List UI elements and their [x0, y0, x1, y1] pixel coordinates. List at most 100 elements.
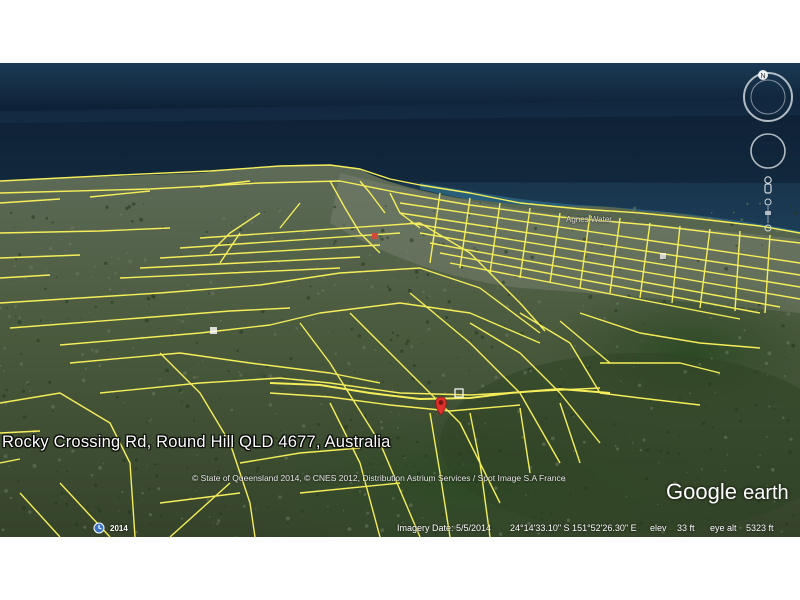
tree-speckle: [80, 352, 85, 357]
tree-speckle: [569, 391, 571, 393]
tree-speckle: [484, 422, 486, 425]
tree-speckle: [302, 231, 306, 235]
tree-speckle: [620, 289, 623, 292]
tree-speckle: [244, 216, 246, 218]
tree-speckle: [396, 426, 399, 429]
tree-speckle: [463, 251, 466, 254]
tree-speckle: [146, 465, 148, 467]
tree-speckle: [788, 450, 792, 455]
tree-speckle: [280, 429, 282, 432]
tree-speckle: [743, 329, 746, 332]
tree-speckle: [382, 462, 385, 465]
tree-speckle: [208, 292, 211, 295]
tree-speckle: [315, 493, 319, 497]
tree-speckle: [300, 509, 304, 513]
poi-marker[interactable]: [372, 233, 378, 239]
tree-speckle: [487, 330, 489, 333]
tree-speckle: [427, 380, 431, 385]
tree-speckle: [230, 224, 233, 227]
tree-speckle: [350, 327, 353, 331]
tree-speckle: [366, 278, 369, 281]
town-label: Agnes Water: [566, 215, 612, 224]
poi-marker[interactable]: [660, 253, 666, 259]
tree-speckle: [114, 272, 117, 275]
tree-speckle: [550, 436, 555, 441]
tree-speckle: [412, 363, 416, 368]
tree-speckle: [224, 505, 227, 508]
zoom-slider-icon[interactable]: [764, 198, 772, 232]
tree-speckle: [566, 518, 571, 522]
tree-speckle: [275, 412, 277, 415]
tree-speckle: [738, 419, 743, 423]
tree-speckle: [219, 319, 222, 322]
tree-speckle: [600, 245, 603, 248]
tree-speckle: [70, 226, 75, 230]
tree-speckle: [514, 515, 516, 518]
tree-speckle: [159, 378, 162, 381]
tree-speckle: [444, 391, 446, 394]
tree-speckle: [306, 296, 311, 300]
tree-speckle: [735, 244, 738, 247]
tree-speckle: [347, 527, 352, 532]
poi-marker[interactable]: [210, 327, 217, 334]
tree-speckle: [13, 305, 17, 308]
tree-speckle: [60, 238, 62, 241]
tree-speckle: [786, 312, 791, 316]
map-viewport[interactable]: Agnes Water Rocky Crossing Rd, Round Hil…: [0, 63, 800, 537]
compass-ring-icon[interactable]: N: [743, 70, 793, 122]
navigation-controls[interactable]: N: [737, 63, 799, 243]
tree-speckle: [407, 288, 412, 293]
tree-speckle: [428, 483, 431, 486]
historical-year[interactable]: 2014: [110, 524, 128, 533]
tree-speckle: [191, 518, 194, 521]
tree-speckle: [662, 299, 666, 304]
tree-speckle: [239, 373, 243, 377]
tree-speckle: [677, 452, 681, 456]
tree-speckle: [406, 339, 410, 343]
tree-speckle: [186, 284, 189, 287]
tree-speckle: [75, 272, 80, 276]
tree-speckle: [10, 211, 13, 215]
tree-speckle: [770, 467, 775, 472]
tree-speckle: [165, 368, 170, 373]
tree-speckle: [389, 338, 393, 342]
pegman-icon[interactable]: [764, 176, 772, 194]
tree-speckle: [658, 462, 660, 464]
tree-speckle: [65, 470, 69, 473]
historical-imagery-icon[interactable]: [93, 522, 105, 534]
tree-speckle: [408, 503, 413, 508]
tree-speckle: [65, 502, 68, 506]
tree-speckle: [316, 292, 320, 295]
tree-speckle: [726, 453, 729, 456]
terrain-scene[interactable]: [0, 63, 800, 537]
tree-speckle: [312, 318, 315, 321]
tree-speckle: [202, 360, 204, 363]
tree-speckle: [462, 463, 465, 465]
tree-speckle: [504, 279, 508, 283]
tree-speckle: [766, 435, 768, 438]
tree-speckle: [426, 296, 429, 299]
tree-speckle: [666, 430, 670, 434]
tree-speckle: [396, 334, 400, 337]
tree-speckle: [586, 513, 588, 515]
tree-speckle: [368, 254, 372, 257]
tree-speckle: [102, 462, 105, 465]
look-joystick-icon[interactable]: [750, 133, 786, 169]
tree-speckle: [86, 505, 89, 509]
tree-speckle: [147, 487, 151, 491]
tree-speckle: [118, 510, 120, 512]
tree-speckle: [177, 319, 180, 321]
deep-water: [0, 115, 800, 183]
tree-speckle: [93, 265, 96, 268]
tree-speckle: [157, 487, 161, 491]
tree-speckle: [5, 307, 8, 309]
tree-speckle: [708, 518, 711, 521]
tree-speckle: [467, 349, 470, 352]
tree-speckle: [441, 373, 445, 377]
tree-speckle: [698, 362, 702, 366]
eye-alt-label: eye alt: [710, 523, 737, 533]
tree-speckle: [278, 495, 282, 499]
tree-speckle: [387, 287, 392, 292]
tree-speckle: [202, 235, 204, 237]
tree-speckle: [671, 520, 674, 523]
